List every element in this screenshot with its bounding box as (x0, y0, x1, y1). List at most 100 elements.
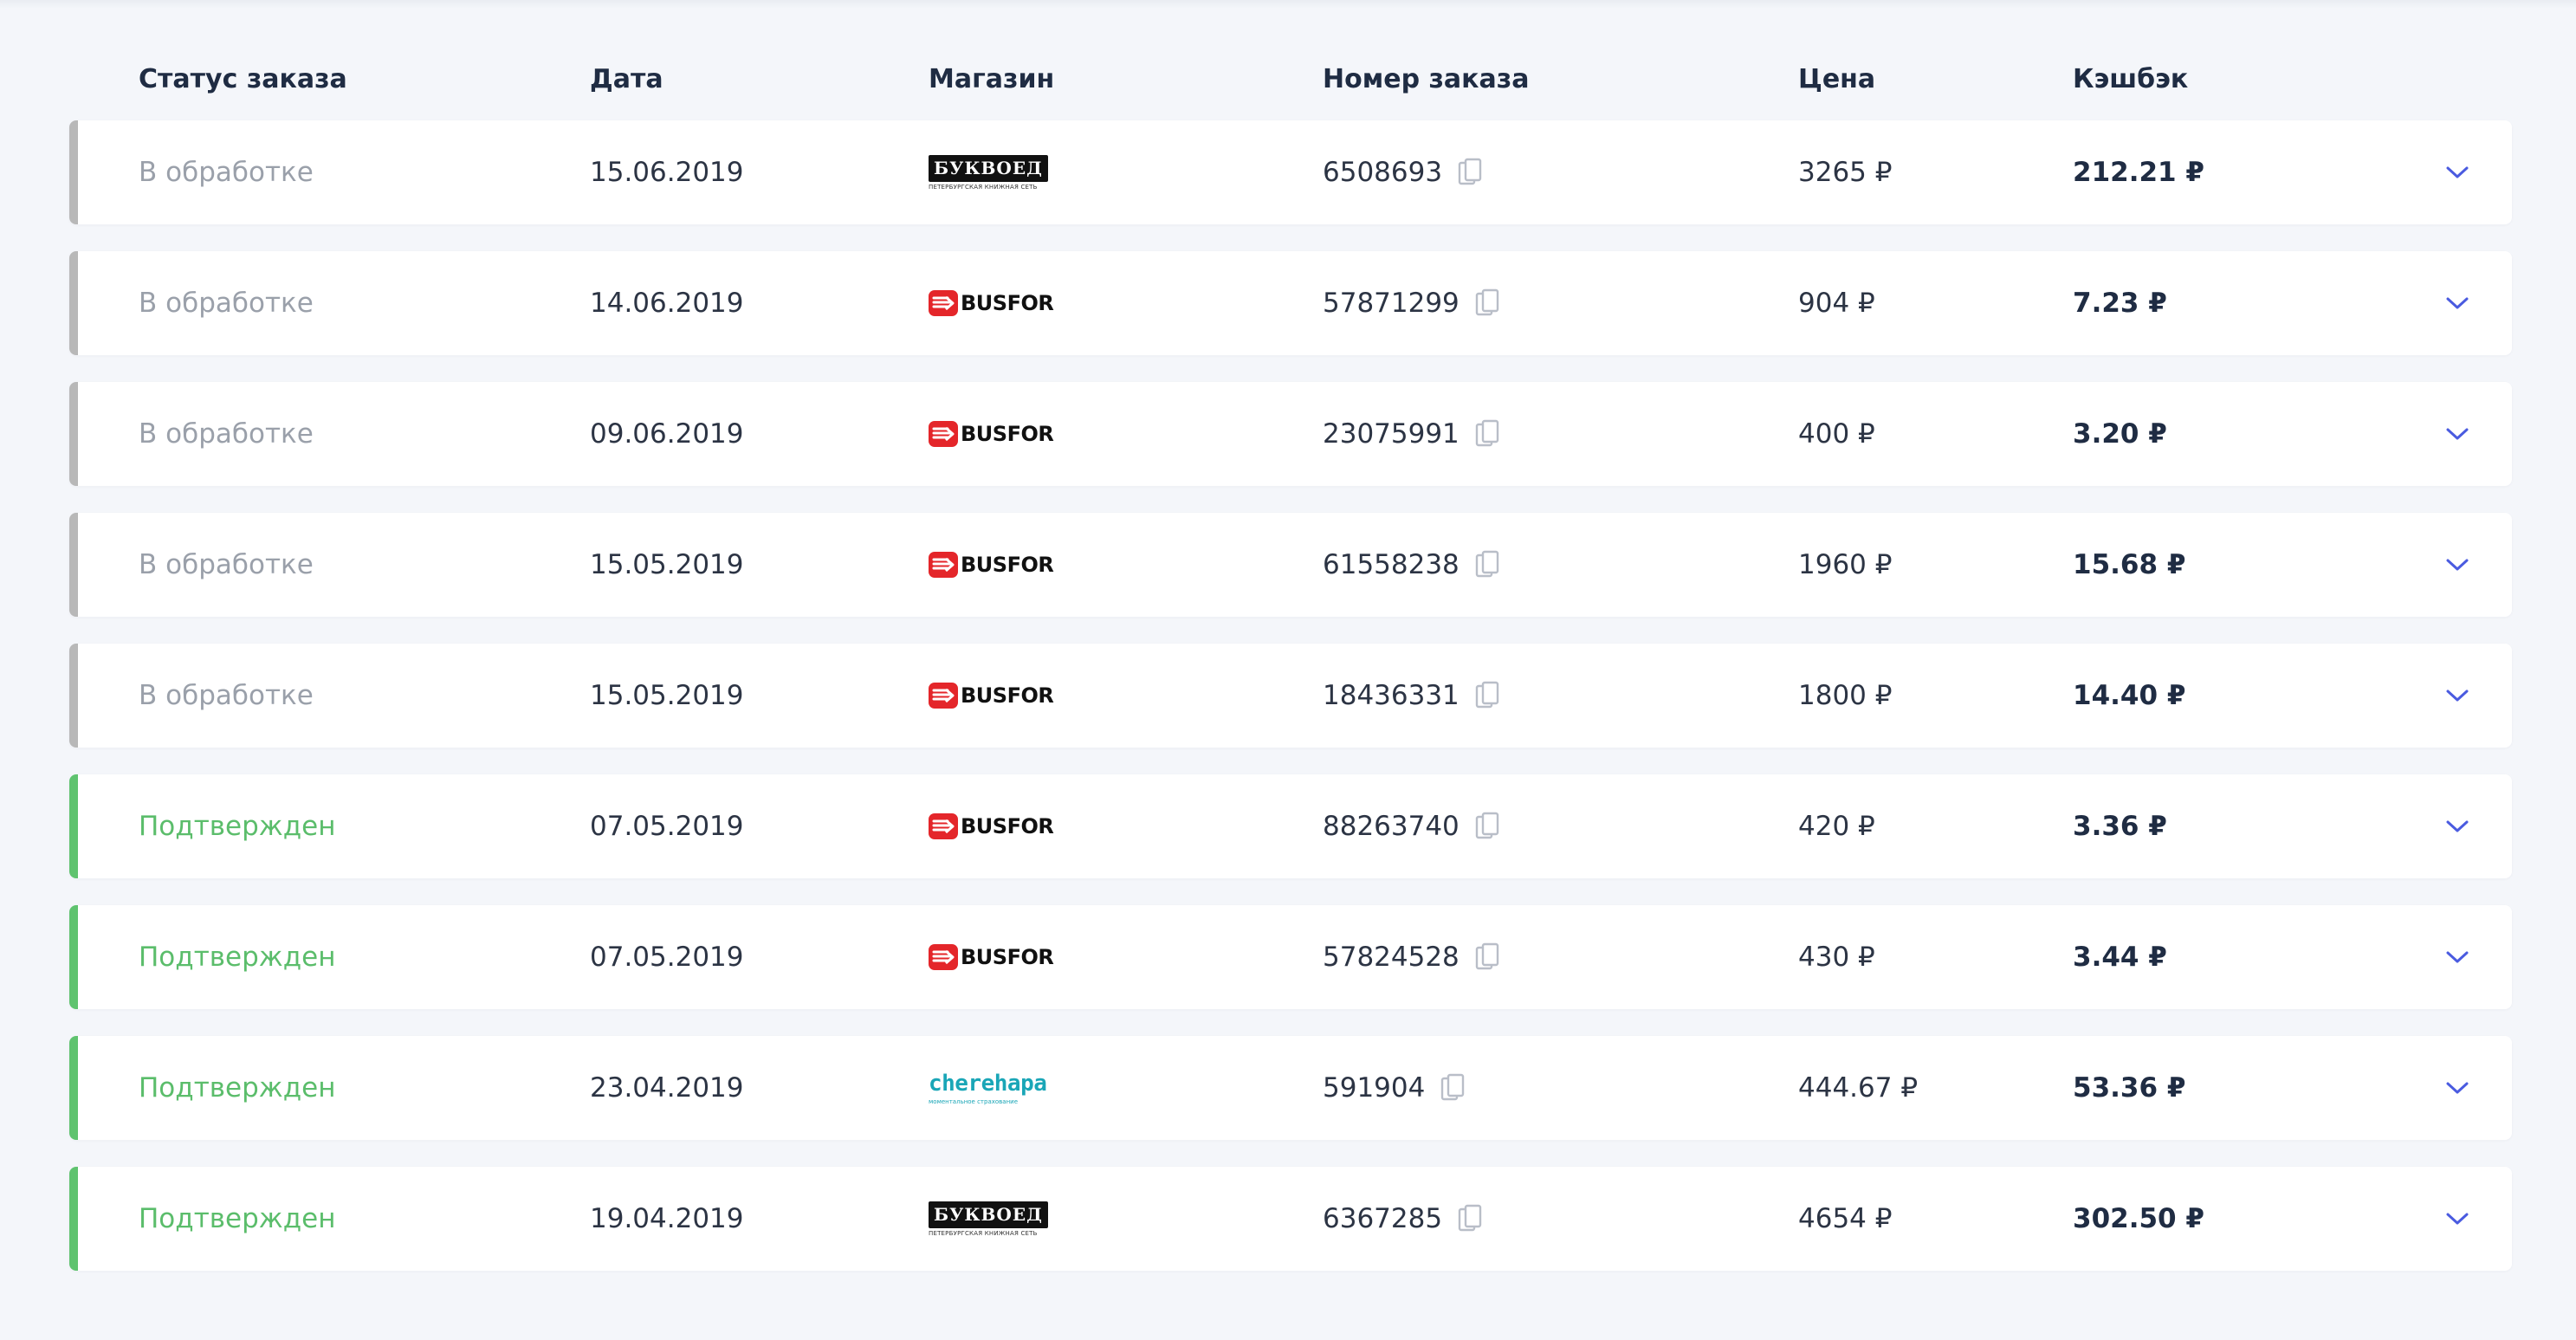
busfor-logo-name: BUSFOR (961, 291, 1054, 315)
chevron-down-icon[interactable] (2444, 425, 2470, 443)
order-status: Подтвержден (139, 942, 336, 973)
order-row[interactable]: Подтвержден 19.04.2019 БУКВОЕД ПЕТЕРБУРГ… (69, 1167, 2512, 1271)
order-shop: BUSFOR (929, 290, 1323, 316)
order-row[interactable]: В обработке 15.05.2019 BUSFOR 61558238 1… (69, 513, 2512, 617)
chevron-down-icon[interactable] (2444, 818, 2470, 835)
copy-icon[interactable] (1475, 812, 1499, 841)
order-number: 23075991 (1323, 418, 1460, 450)
order-price: 430 ₽ (1798, 942, 1875, 973)
busfor-logo-name: BUSFOR (961, 683, 1054, 708)
busfor-bus-icon (929, 552, 958, 578)
header-shop: Магазин (929, 63, 1055, 94)
order-row[interactable]: Подтвержден 07.05.2019 BUSFOR 57824528 4… (69, 905, 2512, 1009)
copy-icon[interactable] (1475, 681, 1499, 710)
order-date: 15.05.2019 (590, 680, 744, 711)
order-date: 14.06.2019 (590, 288, 744, 319)
table-header: Статус заказа Дата Магазин Номер заказа … (69, 52, 2512, 106)
bukvoed-logo-mark: БУКВОЕД (929, 154, 1048, 182)
order-number: 57871299 (1323, 288, 1460, 319)
bukvoed-logo-tagline: ПЕТЕРБУРГСКАЯ КНИЖНАЯ СЕТЬ (929, 1229, 1038, 1237)
order-status: В обработке (139, 288, 314, 319)
busfor-logo: BUSFOR (929, 421, 1323, 447)
order-price: 904 ₽ (1798, 288, 1875, 319)
chevron-down-icon[interactable] (2444, 164, 2470, 181)
order-status: Подтвержден (139, 1072, 336, 1104)
order-status: Подтвержден (139, 1203, 336, 1234)
chevron-down-icon[interactable] (2444, 295, 2470, 312)
chevron-down-icon[interactable] (2444, 1079, 2470, 1097)
order-number-cell: 6508693 (1323, 157, 1798, 188)
busfor-bus-icon (929, 813, 958, 839)
bukvoed-logo: БУКВОЕД ПЕТЕРБУРГСКАЯ КНИЖНАЯ СЕТЬ (929, 1201, 1323, 1237)
order-shop: БУКВОЕД ПЕТЕРБУРГСКАЯ КНИЖНАЯ СЕТЬ (929, 154, 1323, 191)
order-row[interactable]: Подтвержден 23.04.2019 cherehapa момента… (69, 1036, 2512, 1140)
order-number-cell: 6367285 (1323, 1203, 1798, 1234)
order-row[interactable]: В обработке 09.06.2019 BUSFOR 23075991 4… (69, 382, 2512, 486)
order-number-cell: 61558238 (1323, 549, 1798, 580)
busfor-bus-icon (929, 944, 958, 970)
order-date: 09.06.2019 (590, 418, 744, 450)
chevron-down-icon[interactable] (2444, 1210, 2470, 1227)
copy-icon[interactable] (1475, 550, 1499, 579)
chevron-down-icon[interactable] (2444, 948, 2470, 966)
chevron-down-icon[interactable] (2444, 556, 2470, 573)
order-shop: BUSFOR (929, 813, 1323, 839)
order-date: 19.04.2019 (590, 1203, 744, 1234)
order-cashback: 53.36 ₽ (2073, 1072, 2186, 1104)
bukvoed-logo: БУКВОЕД ПЕТЕРБУРГСКАЯ КНИЖНАЯ СЕТЬ (929, 154, 1323, 191)
order-cashback: 3.36 ₽ (2073, 811, 2167, 842)
bukvoed-logo-mark: БУКВОЕД (929, 1201, 1048, 1228)
top-shade (0, 0, 2576, 9)
order-price: 1800 ₽ (1798, 680, 1893, 711)
order-date: 15.06.2019 (590, 157, 744, 188)
busfor-logo: BUSFOR (929, 813, 1323, 839)
copy-icon[interactable] (1458, 158, 1482, 187)
order-status: В обработке (139, 549, 314, 580)
header-cashback: Кэшбэк (2073, 63, 2189, 94)
copy-icon[interactable] (1475, 419, 1499, 449)
chevron-down-icon[interactable] (2444, 687, 2470, 704)
order-number-cell: 591904 (1323, 1072, 1798, 1104)
bukvoed-logo-name: БУКВОЕД (934, 1203, 1043, 1225)
busfor-bus-icon (929, 683, 958, 709)
order-price: 444.67 ₽ (1798, 1072, 1919, 1104)
busfor-logo-name: BUSFOR (961, 814, 1054, 838)
order-number-cell: 88263740 (1323, 811, 1798, 842)
order-shop: BUSFOR (929, 683, 1323, 709)
busfor-logo: BUSFOR (929, 290, 1323, 316)
busfor-logo: BUSFOR (929, 552, 1323, 578)
header-order-number: Номер заказа (1323, 63, 1530, 94)
busfor-bus-icon (929, 290, 958, 316)
order-number: 6367285 (1323, 1203, 1443, 1234)
order-row[interactable]: В обработке 14.06.2019 BUSFOR 57871299 9… (69, 251, 2512, 355)
order-status: В обработке (139, 418, 314, 450)
order-shop: BUSFOR (929, 944, 1323, 970)
order-shop: БУКВОЕД ПЕТЕРБУРГСКАЯ КНИЖНАЯ СЕТЬ (929, 1201, 1323, 1237)
busfor-logo-name: BUSFOR (961, 422, 1054, 446)
order-number-cell: 57871299 (1323, 288, 1798, 319)
order-number-cell: 23075991 (1323, 418, 1798, 450)
copy-icon[interactable] (1475, 288, 1499, 318)
cherehapa-logo-name: cherehapa (929, 1070, 1047, 1097)
orders-table: Статус заказа Дата Магазин Номер заказа … (69, 52, 2512, 1298)
copy-icon[interactable] (1475, 942, 1499, 972)
header-status: Статус заказа (139, 63, 347, 94)
copy-icon[interactable] (1458, 1204, 1482, 1233)
copy-icon[interactable] (1440, 1073, 1465, 1103)
order-number: 6508693 (1323, 157, 1443, 188)
header-price: Цена (1798, 63, 1876, 94)
order-row[interactable]: В обработке 15.06.2019 БУКВОЕД ПЕТЕРБУРГ… (69, 120, 2512, 224)
order-shop: cherehapa моментальное страхование (929, 1071, 1323, 1105)
order-price: 400 ₽ (1798, 418, 1875, 450)
order-number: 591904 (1323, 1072, 1426, 1104)
order-row[interactable]: В обработке 15.05.2019 BUSFOR 18436331 1… (69, 644, 2512, 748)
order-price: 420 ₽ (1798, 811, 1875, 842)
bukvoed-logo-name: БУКВОЕД (934, 157, 1043, 178)
order-price: 4654 ₽ (1798, 1203, 1893, 1234)
busfor-logo-name: BUSFOR (961, 945, 1054, 969)
order-status: В обработке (139, 680, 314, 711)
cherehapa-logo-tagline: моментальное страхование (929, 1097, 1019, 1105)
order-row[interactable]: Подтвержден 07.05.2019 BUSFOR 88263740 4… (69, 774, 2512, 878)
order-price: 3265 ₽ (1798, 157, 1893, 188)
order-date: 07.05.2019 (590, 811, 744, 842)
